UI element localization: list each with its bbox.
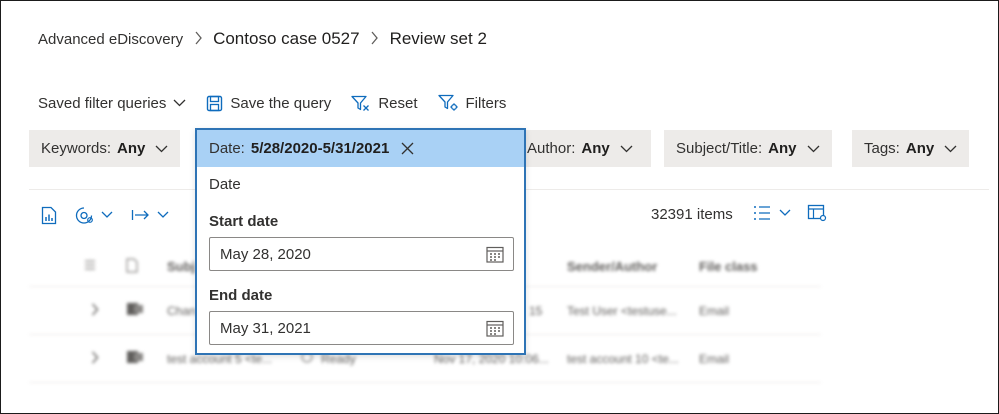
keywords-filter-label: Keywords: xyxy=(41,140,112,157)
date-filter-label: Date: xyxy=(209,140,245,157)
subject-title-filter[interactable]: Subject/Title: Any xyxy=(664,130,832,167)
tag-settings-icon xyxy=(75,206,95,225)
end-date-input[interactable] xyxy=(220,319,460,337)
reset-label: Reset xyxy=(378,94,418,112)
list-action-bar xyxy=(41,203,187,227)
end-date-picker[interactable] xyxy=(209,311,514,345)
save-query-label: Save the query xyxy=(230,94,332,112)
document-icon xyxy=(126,257,138,276)
items-count: 32391 items xyxy=(651,206,733,223)
calendar-icon[interactable] xyxy=(486,320,504,337)
chevron-down-icon xyxy=(779,209,791,217)
saved-filter-queries-label: Saved filter queries xyxy=(38,94,167,112)
close-icon[interactable] xyxy=(401,142,414,155)
column-sender-author[interactable]: Sender/Author xyxy=(567,259,657,274)
start-date-picker[interactable] xyxy=(209,237,514,271)
breadcrumb-review-set: Review set 2 xyxy=(389,29,487,48)
filter-clear-icon xyxy=(351,95,371,112)
chevron-right-icon[interactable] xyxy=(91,303,99,319)
filters-button[interactable]: Filters xyxy=(437,94,507,112)
breadcrumb-advanced-ediscovery[interactable]: Advanced eDiscovery xyxy=(38,31,183,48)
report-icon[interactable] xyxy=(41,206,57,225)
chevron-down-icon xyxy=(797,145,820,153)
row-file-class: Email xyxy=(699,303,730,318)
chevron-right-icon xyxy=(183,31,213,48)
chevron-right-icon xyxy=(360,31,390,48)
calendar-icon[interactable] xyxy=(486,246,504,263)
filters-label: Filters xyxy=(465,94,507,112)
chevron-down-icon xyxy=(145,145,168,153)
command-bar: Saved filter queries Save the query Rese… xyxy=(38,91,526,115)
date-popup-title: Date xyxy=(209,176,241,193)
end-date-label: End date xyxy=(209,287,273,304)
list-view-icon xyxy=(753,205,771,221)
tags-filter-value: Any xyxy=(905,140,935,157)
author-filter-value: Any xyxy=(581,140,610,157)
reset-button[interactable]: Reset xyxy=(351,94,418,112)
date-filter-chip[interactable]: Date: 5/28/2020-5/31/2021 xyxy=(197,130,524,167)
start-date-label: Start date xyxy=(209,213,279,230)
tag-action-dropdown[interactable] xyxy=(75,206,113,225)
select-all-icon[interactable] xyxy=(84,259,96,274)
chevron-down-icon xyxy=(101,211,113,219)
view-tools xyxy=(753,204,843,222)
keywords-filter[interactable]: Keywords: Any xyxy=(29,130,181,167)
row-sender: Test User <testuse... xyxy=(567,303,677,318)
save-query-button[interactable]: Save the query xyxy=(206,95,331,112)
list-view-dropdown[interactable] xyxy=(753,205,791,221)
chevron-right-icon[interactable] xyxy=(91,351,99,367)
row-subject: Chan xyxy=(167,303,196,318)
chevron-down-icon xyxy=(157,211,169,219)
email-icon xyxy=(126,349,144,368)
keywords-filter-value: Any xyxy=(117,140,146,157)
arrow-right-icon xyxy=(131,208,151,222)
app-window: Advanced eDiscovery Contoso case 0527 Re… xyxy=(0,0,999,414)
author-filter-label: Author: xyxy=(527,140,576,157)
column-subject[interactable]: Subj xyxy=(167,259,195,274)
breadcrumb-case[interactable]: Contoso case 0527 xyxy=(213,29,360,49)
subject-title-filter-label: Subject/Title: xyxy=(676,140,763,157)
column-file-class[interactable]: File class xyxy=(699,259,758,274)
chevron-down-icon xyxy=(173,99,186,107)
date-filter-popup: Date: 5/28/2020-5/31/2021 Date Start dat… xyxy=(195,128,526,355)
row-file-class: Email xyxy=(699,351,730,366)
row-sender: test account 10 <te... xyxy=(567,351,679,366)
subject-title-filter-value: Any xyxy=(768,140,797,157)
column-settings-icon[interactable] xyxy=(807,204,827,222)
email-icon xyxy=(126,301,144,320)
export-action-dropdown[interactable] xyxy=(131,208,169,222)
chevron-down-icon xyxy=(934,145,957,153)
date-filter-value: 5/28/2020-5/31/2021 xyxy=(250,140,390,157)
saved-filter-queries-dropdown[interactable]: Saved filter queries xyxy=(38,95,186,112)
breadcrumb: Advanced eDiscovery Contoso case 0527 Re… xyxy=(38,27,487,51)
save-icon xyxy=(206,95,223,112)
tags-filter-label: Tags: xyxy=(864,140,900,157)
tags-filter[interactable]: Tags: Any xyxy=(852,130,970,167)
chevron-down-icon xyxy=(610,145,633,153)
row-date: 15 xyxy=(529,303,543,318)
filter-settings-icon xyxy=(437,94,459,112)
start-date-input[interactable] xyxy=(220,245,460,263)
